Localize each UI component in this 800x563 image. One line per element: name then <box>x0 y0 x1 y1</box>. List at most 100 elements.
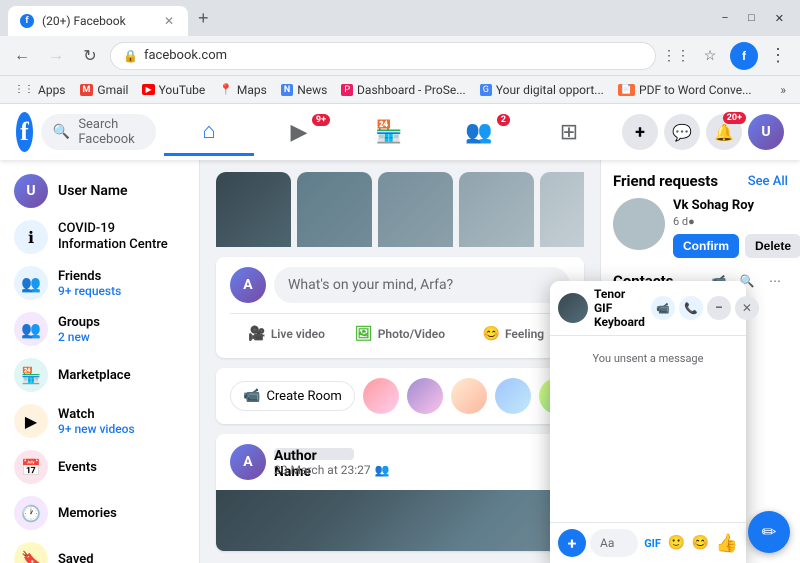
fb-search-bar[interactable]: 🔍 Search Facebook <box>41 114 156 150</box>
address-bar[interactable]: 🔒 facebook.com <box>110 42 656 70</box>
covid-icon: ℹ <box>14 220 48 254</box>
room-avatar-4[interactable] <box>495 378 531 414</box>
post-public-icon: 👥 <box>375 463 390 477</box>
bookmark-digital[interactable]: G Your digital opport... <box>474 81 610 99</box>
messenger-minimize-btn[interactable]: − <box>707 296 731 320</box>
bookmark-youtube[interactable]: ▶ YouTube <box>136 81 211 99</box>
bookmark-news[interactable]: N News <box>275 81 334 99</box>
forward-button[interactable]: → <box>42 42 70 70</box>
tab-close-button[interactable]: ✕ <box>162 12 176 30</box>
story-card-4[interactable] <box>459 172 534 247</box>
groups-icon: 👥 <box>465 120 492 145</box>
post-author-name: Author Name <box>274 448 354 460</box>
messenger-emoji-btn[interactable]: 😊 <box>690 532 712 554</box>
sidebar-item-covid[interactable]: ℹ COVID-19 Information Centre <box>4 214 195 260</box>
nav-watch[interactable]: ▶ 9+ <box>254 108 344 156</box>
messenger-input[interactable]: Aa <box>590 529 638 557</box>
more-button[interactable]: ⋮ <box>764 42 792 70</box>
messenger-popup-name: Tenor GIF Keyboard <box>594 287 645 329</box>
story-card-1[interactable] <box>216 172 291 247</box>
floating-compose-btn[interactable]: ✏ <box>748 511 790 553</box>
sidebar-item-marketplace[interactable]: 🏪 Marketplace <box>4 352 195 398</box>
friend-req-time: 6 d● <box>673 215 800 228</box>
marketplace-label: Marketplace <box>58 368 131 383</box>
messenger-attach-btn[interactable]: + <box>558 529 586 557</box>
delete-button[interactable]: Delete <box>745 234 800 258</box>
room-icon: 📹 <box>243 388 260 404</box>
notification-button[interactable]: 🔔 20+ <box>706 114 742 150</box>
post-actions-row: 🎥 Live video 🖼 Photo/Video 😊 Feeling <box>230 313 570 348</box>
browser-tab[interactable]: f (20+) Facebook ✕ <box>8 6 188 36</box>
create-room-label: Create Room <box>266 389 341 404</box>
friends-icon: 👥 <box>14 266 48 300</box>
profile-button[interactable]: f <box>730 42 758 70</box>
window-minimize-button[interactable]: − <box>714 8 736 28</box>
messenger-call-btn[interactable]: 📞 <box>679 296 703 320</box>
nav-pages[interactable]: ⊞ <box>524 108 614 156</box>
contacts-more-btn[interactable]: ⋯ <box>762 268 788 294</box>
post-card: A Author Name 20 March at 23:27 👥 <box>216 434 584 551</box>
facebook-app: f 🔍 Search Facebook ⌂ ▶ 9+ 🏪 👥 2 ⊞ <box>0 104 800 563</box>
memories-label: Memories <box>58 506 117 521</box>
sidebar-item-events[interactable]: 📅 Events <box>4 444 195 490</box>
fb-nav: ⌂ ▶ 9+ 🏪 👥 2 ⊞ <box>164 108 614 156</box>
sidebar-item-groups[interactable]: 👥 Groups 2 new <box>4 306 195 352</box>
reload-button[interactable]: ↻ <box>76 42 104 70</box>
room-avatar-1[interactable] <box>363 378 399 414</box>
confirm-button[interactable]: Confirm <box>673 234 739 258</box>
header-right: + 💬 🔔 20+ U <box>622 114 784 150</box>
msg-system-text: You unsent a message <box>556 348 740 369</box>
story-card-2[interactable] <box>297 172 372 247</box>
browser-chrome: f (20+) Facebook ✕ + − □ ✕ <box>0 0 800 36</box>
star-button[interactable]: ☆ <box>696 42 724 70</box>
watch-icon: ▶ <box>291 120 308 145</box>
messenger-close-btn[interactable]: ✕ <box>735 296 759 320</box>
live-video-btn[interactable]: 🎥 Live video <box>230 320 343 348</box>
bookmark-gmail[interactable]: M Gmail <box>74 81 135 99</box>
friends-subtext: 9+ requests <box>58 284 121 298</box>
watch-label: Watch <box>58 407 135 422</box>
see-all-link[interactable]: See All <box>748 174 788 189</box>
extensions-button[interactable]: ⋮⋮ <box>662 42 690 70</box>
new-tab-button[interactable]: + <box>192 6 215 31</box>
bookmark-apps[interactable]: ⋮⋮ Apps <box>8 81 72 99</box>
watch-badge: 9+ <box>312 114 330 126</box>
bookmark-maps[interactable]: 📍 Maps <box>213 81 273 99</box>
post-avatar: A <box>230 444 266 480</box>
sidebar-item-memories[interactable]: 🕐 Memories <box>4 490 195 536</box>
window-close-button[interactable]: ✕ <box>767 8 792 29</box>
back-button[interactable]: ← <box>8 42 36 70</box>
room-avatar-2[interactable] <box>407 378 443 414</box>
story-card-3[interactable] <box>378 172 453 247</box>
create-post-placeholder: What's on your mind, Arfa? <box>288 277 453 293</box>
bookmark-dashboard[interactable]: P Dashboard - ProSe... <box>335 81 471 99</box>
sidebar-item-saved[interactable]: 🔖 Saved <box>4 536 195 563</box>
create-button[interactable]: + <box>622 114 658 150</box>
room-avatar-3[interactable] <box>451 378 487 414</box>
photo-video-btn[interactable]: 🖼 Photo/Video <box>343 320 456 348</box>
search-icon: 🔍 <box>53 124 70 140</box>
messenger-icon-button[interactable]: 💬 <box>664 114 700 150</box>
create-room-btn[interactable]: 📹 Create Room <box>230 381 355 411</box>
bookmark-pdf[interactable]: 📄 PDF to Word Conve... <box>612 81 758 99</box>
sidebar-item-watch[interactable]: ▶ Watch 9+ new videos <box>4 398 195 444</box>
bookmarks-overflow[interactable]: » <box>774 81 792 99</box>
window-maximize-button[interactable]: □ <box>740 8 763 28</box>
messenger-gif-btn[interactable]: GIF <box>642 532 664 554</box>
nav-home[interactable]: ⌂ <box>164 108 254 156</box>
messenger-input-placeholder: Aa <box>600 536 614 550</box>
nav-marketplace[interactable]: 🏪 <box>344 108 434 156</box>
fb-logo[interactable]: f <box>16 112 33 152</box>
story-card-5[interactable] <box>540 172 584 247</box>
nav-groups[interactable]: 👥 2 <box>434 108 524 156</box>
lock-icon: 🔒 <box>123 49 138 63</box>
post-meta: 20 March at 23:27 👥 <box>274 463 390 477</box>
profile-dropdown[interactable]: U <box>748 114 784 150</box>
messenger-sticker-btn[interactable]: 🙂 <box>666 532 688 554</box>
sidebar-item-friends[interactable]: 👥 Friends 9+ requests <box>4 260 195 306</box>
create-post-input[interactable]: What's on your mind, Arfa? <box>274 267 570 303</box>
messenger-body: You unsent a message <box>550 336 746 522</box>
messenger-like-btn[interactable]: 👍 <box>716 533 738 554</box>
messenger-video-btn[interactable]: 📹 <box>651 296 675 320</box>
sidebar-user-item[interactable]: U User Name <box>4 168 195 214</box>
